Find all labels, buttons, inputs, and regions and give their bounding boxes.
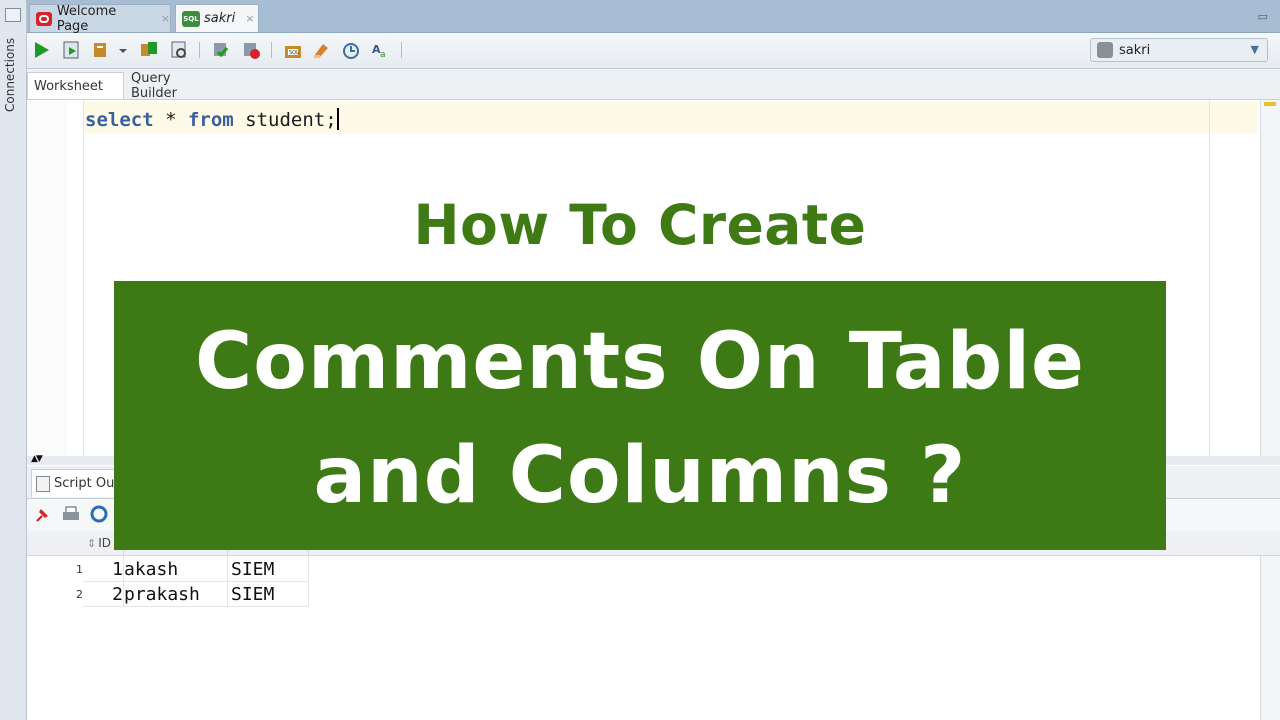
document-tab-strip: Welcome Page × SQL sakri × ▭ xyxy=(27,0,1280,34)
tab-welcome-page-label: Welcome Page xyxy=(56,3,117,34)
tab-worksheet[interactable]: Worksheet xyxy=(27,72,124,99)
keyword-select: select xyxy=(85,109,154,131)
line-gutter xyxy=(27,100,68,456)
text-cursor xyxy=(336,108,339,130)
worksheet-subtabs: Worksheet Query Builder xyxy=(27,69,1280,101)
database-icon xyxy=(1097,42,1113,58)
tab-sakri-label: sakri xyxy=(204,11,236,26)
run-icon[interactable] xyxy=(31,40,51,60)
commit-icon[interactable] xyxy=(211,40,231,60)
svg-text:SQL: SQL xyxy=(289,50,299,56)
document-icon xyxy=(36,475,50,492)
row-number: 1 xyxy=(76,563,83,576)
banner-title-line-1: Comments On Table xyxy=(195,317,1085,407)
title-banner: Comments On Table and Columns ? xyxy=(114,281,1166,550)
cell-dept[interactable]: SIEM xyxy=(228,557,309,582)
overlay-subtitle: How To Create xyxy=(413,193,867,257)
clear-icon[interactable] xyxy=(311,40,331,60)
autotrace-icon[interactable] xyxy=(91,40,111,60)
close-icon[interactable]: × xyxy=(161,12,170,25)
tab-welcome-page[interactable]: Welcome Page × xyxy=(29,3,171,34)
table-row[interactable]: 2 2 prakash SIEM xyxy=(27,582,309,607)
tab-query-builder[interactable]: Query Builder xyxy=(125,71,225,101)
cell-id[interactable]: 2 xyxy=(83,582,124,607)
tab-script-output-label: Script Out xyxy=(54,476,120,491)
table-row[interactable]: 1 1 akash SIEM xyxy=(27,557,309,582)
splitter-arrows-icon[interactable]: ▲▼ xyxy=(31,454,43,464)
warning-marker[interactable] xyxy=(1264,102,1276,106)
right-margin-line xyxy=(1209,100,1210,456)
worksheet-toolbar: SQL Aa sakri ▼ xyxy=(27,33,1280,69)
print-icon[interactable] xyxy=(61,504,81,524)
chevron-down-icon[interactable] xyxy=(117,40,129,60)
cell-dept[interactable]: SIEM xyxy=(228,582,309,607)
keyword-from: from xyxy=(187,109,234,131)
tab-sakri-worksheet[interactable]: SQL sakri × xyxy=(175,4,259,32)
sql-history-icon[interactable]: SQL xyxy=(283,40,303,60)
oracle-logo-icon xyxy=(36,11,52,26)
format-icon[interactable]: Aa xyxy=(371,40,391,60)
banner-title-line-2: and Columns ? xyxy=(313,431,967,521)
editor-scrollbar[interactable] xyxy=(1260,100,1280,456)
refresh-icon[interactable] xyxy=(89,504,109,524)
chevron-down-icon: ▼ xyxy=(1250,43,1259,56)
connection-select-value: sakri xyxy=(1119,42,1151,58)
fold-gutter xyxy=(67,100,84,456)
svg-text:a: a xyxy=(380,50,386,60)
connections-label[interactable]: Connections xyxy=(3,32,17,112)
window-controls[interactable]: ▭ xyxy=(1258,10,1268,23)
code-text: student; xyxy=(233,109,337,131)
cell-id[interactable]: 1 xyxy=(83,557,124,582)
row-number: 2 xyxy=(76,588,83,601)
connection-select[interactable]: sakri ▼ xyxy=(1090,38,1268,62)
sql-tuning-icon[interactable] xyxy=(169,40,189,60)
cell-name[interactable]: prakash xyxy=(124,582,228,607)
close-icon[interactable]: × xyxy=(245,12,254,25)
connections-rail: Connections xyxy=(0,0,27,720)
grid-scrollbar[interactable] xyxy=(1260,556,1280,720)
code-text: * xyxy=(153,109,188,131)
cell-name[interactable]: akash xyxy=(124,557,228,582)
window-restore-icon[interactable] xyxy=(5,8,21,22)
run-script-icon[interactable] xyxy=(61,40,81,60)
results-grid: ⇕ ID 1 1 akash SIEM 2 2 prakash SIEM xyxy=(27,531,1280,720)
history-icon[interactable] xyxy=(341,40,361,60)
pin-icon[interactable] xyxy=(33,504,53,524)
sql-worksheet-icon: SQL xyxy=(182,10,200,27)
sql-code[interactable]: select * from student; xyxy=(85,108,339,131)
rollback-icon[interactable] xyxy=(241,40,261,60)
explain-plan-icon[interactable] xyxy=(139,40,159,60)
sort-icon: ⇕ xyxy=(87,536,97,550)
